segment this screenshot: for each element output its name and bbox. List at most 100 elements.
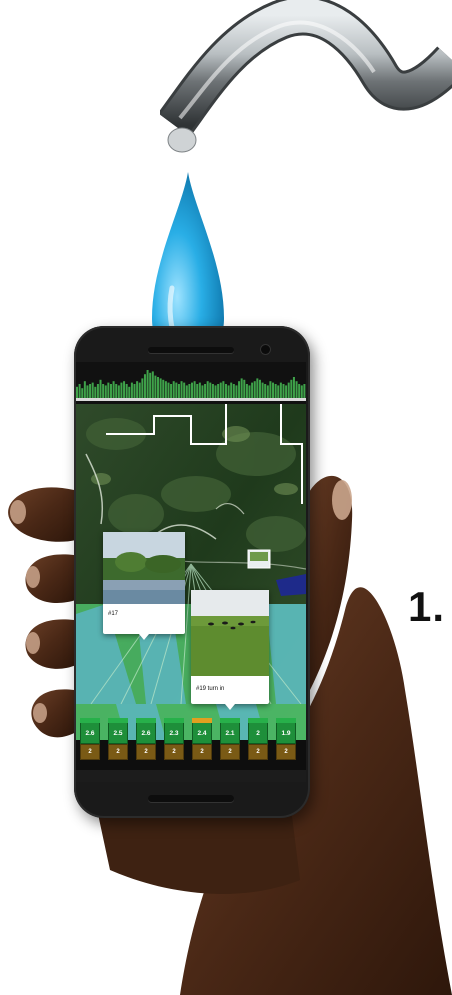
phone-screen: #17 #19 turn in 2.6 2 2.5 2 2.6 2 2.3 2 2.4 2 2.1: [76, 362, 306, 782]
histogram-bar: [164, 381, 167, 398]
histogram-bar: [253, 381, 256, 398]
bar-cell[interactable]: 2.1 2: [220, 718, 242, 764]
histogram-bar: [115, 384, 118, 398]
histogram-bar: [172, 381, 175, 398]
histogram-chart: [76, 370, 306, 401]
histogram-bar: [238, 381, 241, 398]
histogram-bar: [99, 379, 102, 398]
histogram-bar: [282, 384, 285, 398]
bar-value-label: 2.6: [141, 730, 151, 737]
histogram-bar: [120, 382, 123, 398]
photo-card-17[interactable]: #17: [103, 532, 185, 640]
bar-cell[interactable]: 2.3 2: [164, 718, 186, 764]
card-caption: #17: [108, 611, 119, 617]
histogram-bar: [300, 385, 303, 398]
histogram-bar: [193, 381, 196, 398]
histogram-bar: [151, 371, 154, 398]
histogram-bar: [133, 384, 136, 398]
histogram-bar: [102, 384, 105, 398]
histogram-bar: [109, 384, 112, 398]
histogram-bar: [159, 378, 162, 398]
histogram-bar: [170, 384, 173, 398]
histogram-bar: [232, 384, 235, 398]
photo-card-19[interactable]: #19 turn in: [191, 590, 269, 710]
histogram-bar: [217, 384, 220, 398]
bar-sub-label: 2: [88, 749, 92, 755]
histogram-bar: [191, 382, 194, 398]
histogram-bar: [251, 382, 254, 398]
bar-value-label: 2.5: [113, 730, 123, 737]
step-number: 1.: [408, 583, 446, 630]
bar-cell[interactable]: 1.9 2: [276, 718, 298, 764]
histogram-bar: [240, 378, 243, 398]
satellite-map[interactable]: #17 #19 turn in: [76, 404, 306, 740]
histogram-bar: [274, 384, 277, 398]
camera-icon: [261, 345, 270, 354]
histogram-bar: [76, 386, 79, 398]
histogram-bar: [204, 384, 207, 398]
phone-speaker: [148, 347, 234, 353]
histogram-bar: [175, 382, 178, 398]
bar-value-label: 2: [256, 730, 260, 737]
histogram-bar: [81, 388, 84, 398]
bar-cell[interactable]: 2.5 2: [108, 718, 130, 764]
histogram-bar: [136, 381, 139, 398]
histogram-bar: [185, 385, 188, 398]
histogram-bar: [211, 384, 214, 398]
histogram-bar: [222, 381, 225, 398]
pond-photo: [103, 532, 185, 604]
histogram-bar: [224, 384, 227, 398]
bar-cap: [164, 718, 184, 723]
bar-value-label: 2.4: [197, 730, 207, 737]
bar-cell[interactable]: 2.6 2: [136, 718, 158, 764]
bar-cell[interactable]: 22: [248, 718, 270, 764]
histogram-bar: [287, 382, 290, 398]
histogram-bar: [188, 384, 191, 398]
histogram-bar: [162, 379, 165, 398]
bar-cap: [192, 718, 212, 723]
bar-cap: [108, 718, 128, 723]
histogram-bar: [272, 382, 275, 398]
histogram-bar: [89, 384, 92, 398]
histogram-bar: [149, 372, 152, 398]
bar-cap: [276, 718, 296, 723]
histogram-bar: [303, 384, 306, 398]
histogram-bar: [277, 385, 280, 398]
screen-bottom-band: [76, 770, 306, 782]
bar-sub-label: 2: [284, 749, 288, 755]
histogram-bar: [107, 382, 110, 398]
histogram-bar: [256, 378, 259, 398]
bar-value-label: 2.6: [85, 730, 95, 737]
card-pointer: [139, 634, 149, 640]
bar-sub-label: 2: [200, 749, 204, 755]
histogram-bar: [279, 382, 282, 398]
histogram-bar: [78, 384, 81, 398]
histogram-bar: [143, 374, 146, 398]
histogram-bar: [261, 382, 264, 398]
bar-chart-strip: 2.6 2 2.5 2 2.6 2 2.3 2 2.4 2 2.1 2 2 2 1.9 2: [76, 718, 306, 770]
bar-cell[interactable]: 2.4 2: [192, 718, 214, 764]
histogram-bar: [298, 384, 301, 398]
bar-sub-label: 2: [256, 749, 260, 755]
bar-value-label: 2.1: [225, 730, 235, 737]
bar-sub-label: 2: [116, 749, 120, 755]
histogram-bar: [157, 377, 160, 398]
histogram-bar: [177, 384, 180, 398]
bar-cap: [248, 718, 268, 723]
histogram-axis: [76, 398, 306, 401]
histogram-bar: [130, 382, 133, 398]
bar-sub-label: 2: [144, 749, 148, 755]
histogram-bar: [141, 378, 144, 398]
histogram-bar: [154, 375, 157, 398]
activity-histogram: [76, 362, 306, 404]
histogram-bar: [264, 384, 267, 398]
bar-cap: [80, 718, 100, 723]
histogram-bar: [117, 385, 120, 398]
histogram-bar: [104, 385, 107, 398]
histogram-bar: [219, 382, 222, 398]
histogram-bar: [125, 384, 128, 398]
card-pointer: [225, 704, 235, 710]
pasture-photo: [191, 590, 269, 676]
histogram-bar: [227, 385, 230, 398]
bar-cell[interactable]: 2.6 2: [80, 718, 102, 764]
